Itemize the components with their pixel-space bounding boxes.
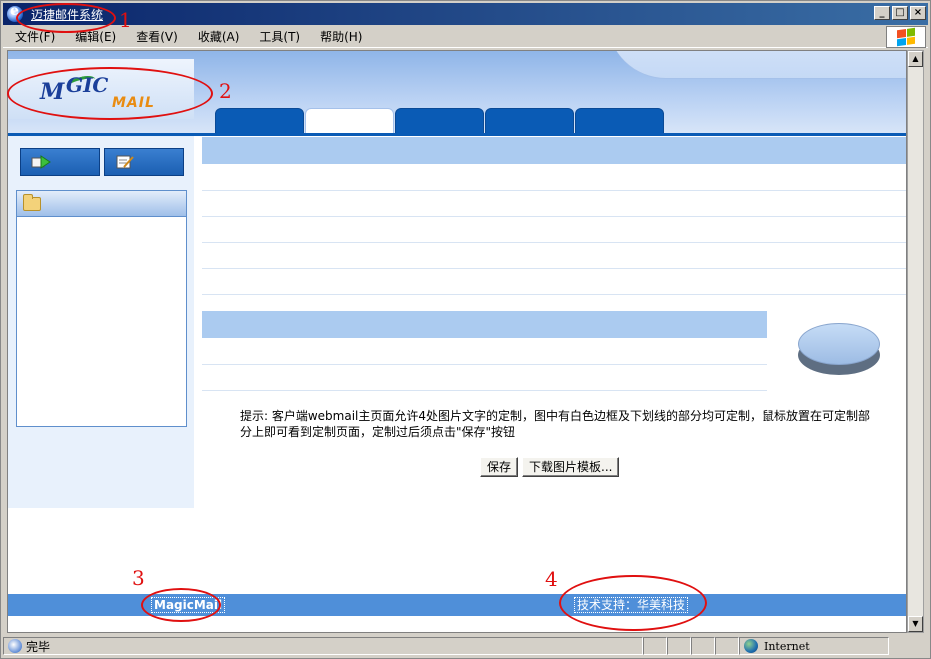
status-main: 完毕: [3, 637, 643, 655]
nav-tabs: [215, 108, 665, 135]
left-sidebar: [8, 136, 194, 508]
row-divider: [202, 242, 906, 243]
window-controls: _ □ ×: [874, 6, 926, 20]
browser-window: 迈捷邮件系统 _ □ × 文件(F) 编辑(E) 查看(V) 收藏(A) 工具(…: [0, 0, 931, 659]
nav-tab-5[interactable]: [575, 108, 664, 135]
close-button[interactable]: ×: [910, 6, 926, 20]
action-buttons: 保存 下载图片模板...: [480, 457, 620, 477]
scroll-down-icon[interactable]: ▼: [908, 616, 923, 632]
row-divider: [202, 390, 767, 391]
logo-letters-gic: GIC: [66, 73, 109, 97]
page-viewport: M GIC MAIL 提示: 客户端webmail主页面允许4处图片文字的定制，…: [7, 50, 907, 633]
menu-bar: 文件(F) 编辑(E) 查看(V) 收藏(A) 工具(T) 帮助(H): [3, 26, 928, 48]
settings-row-header: [202, 137, 906, 164]
scroll-up-icon[interactable]: ▲: [908, 51, 923, 67]
folder-panel: [16, 190, 187, 427]
annotation-number-4: 4: [545, 567, 558, 591]
windows-logo: [886, 26, 926, 48]
status-cell: [643, 637, 667, 655]
mail-header: M GIC MAIL: [8, 51, 906, 136]
annotation-number-2: 2: [219, 79, 232, 103]
folder-panel-header[interactable]: [17, 191, 186, 217]
status-cell: [691, 637, 715, 655]
security-zone[interactable]: Internet: [739, 637, 889, 655]
disc-image: [798, 323, 880, 375]
download-template-button[interactable]: 下载图片模板...: [522, 457, 620, 477]
status-text: 完毕: [26, 639, 51, 654]
magicmail-logo[interactable]: M GIC MAIL: [8, 59, 194, 119]
receive-mail-icon: [31, 155, 51, 169]
row-divider: [202, 268, 906, 269]
windows-flag-icon: [897, 27, 915, 47]
title-bar[interactable]: 迈捷邮件系统 _ □ ×: [3, 3, 928, 25]
footer-brand[interactable]: MagicMail: [151, 597, 226, 613]
nav-tab-3[interactable]: [395, 108, 484, 135]
menu-tools[interactable]: 工具(T): [251, 28, 308, 45]
save-button[interactable]: 保存: [480, 457, 519, 477]
nav-tab-2-active[interactable]: [305, 108, 394, 135]
maximize-button[interactable]: □: [892, 6, 908, 20]
minimize-button[interactable]: _: [874, 6, 890, 20]
logo-word-mail: MAIL: [112, 95, 155, 111]
annotation-number-3: 3: [132, 566, 145, 590]
menu-help[interactable]: 帮助(H): [312, 28, 370, 45]
header-decoration: [608, 51, 906, 79]
menu-favorites[interactable]: 收藏(A): [190, 28, 248, 45]
status-cell: [715, 637, 739, 655]
folder-icon: [23, 193, 41, 211]
customization-hint: 提示: 客户端webmail主页面允许4处图片文字的定制，图中有白色边框及下划线…: [240, 409, 871, 439]
settings-row-header-2: [202, 311, 767, 338]
row-divider: [202, 364, 767, 365]
status-bar: 完毕 Internet: [3, 635, 928, 657]
receive-mail-button[interactable]: [20, 148, 100, 176]
status-cell: [667, 637, 691, 655]
row-divider: [202, 294, 906, 295]
annotation-number-1: 1: [119, 8, 132, 32]
page-done-icon: [8, 639, 22, 653]
nav-tab-1[interactable]: [215, 108, 304, 135]
compose-mail-button[interactable]: [104, 148, 184, 176]
menu-edit[interactable]: 编辑(E): [67, 28, 124, 45]
globe-icon: [744, 639, 758, 653]
window-title: 迈捷邮件系统: [31, 7, 104, 22]
menu-view[interactable]: 查看(V): [128, 28, 186, 45]
page-footer: MagicMail 技术支持：华美科技: [8, 594, 906, 616]
nav-tab-4[interactable]: [485, 108, 574, 135]
footer-support[interactable]: 技术支持：华美科技: [574, 597, 689, 613]
zone-text: Internet: [764, 639, 810, 653]
row-divider: [202, 190, 906, 191]
vertical-scrollbar[interactable]: ▲ ▼: [907, 50, 924, 633]
ie-icon: [7, 3, 23, 22]
menu-file[interactable]: 文件(F): [7, 28, 63, 45]
logo-letter-m: M: [40, 79, 66, 105]
row-divider: [202, 216, 906, 217]
compose-icon: [116, 155, 134, 169]
